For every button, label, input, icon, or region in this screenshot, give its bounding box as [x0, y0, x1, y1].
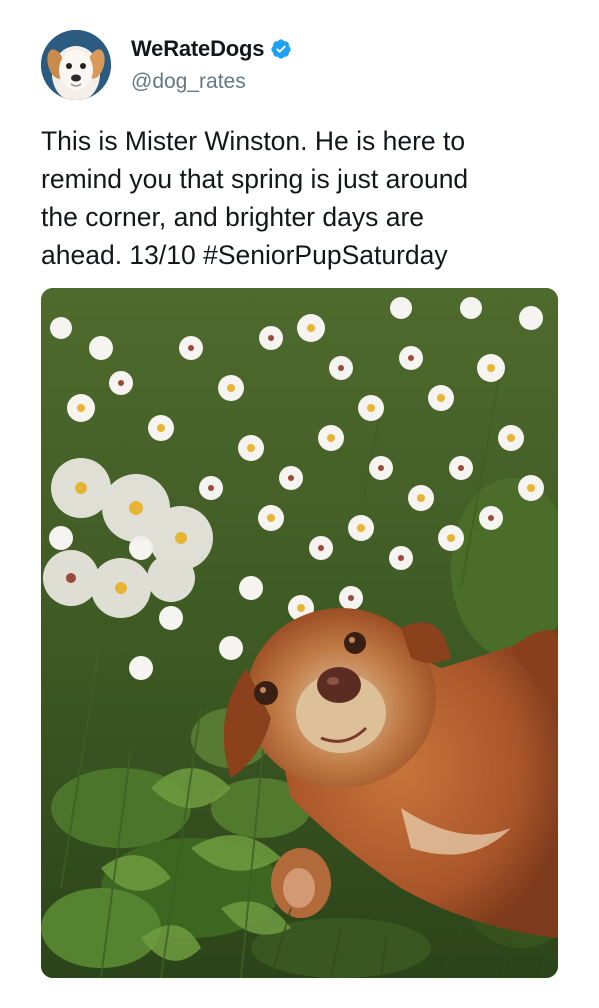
author-handle[interactable]: @dog_rates [131, 70, 246, 94]
tweet-text: This is Mister Winston. He is here to re… [41, 126, 469, 270]
author-name-row: WeRateDogs [131, 36, 292, 62]
dog-avatar-icon[interactable] [41, 30, 111, 100]
dog-among-flowers-photo[interactable] [41, 288, 558, 978]
author-display-name[interactable]: WeRateDogs [131, 36, 264, 62]
tweet: WeRateDogs @dog_rates This is Mister Win… [0, 0, 599, 1008]
verified-badge-icon [270, 38, 292, 60]
